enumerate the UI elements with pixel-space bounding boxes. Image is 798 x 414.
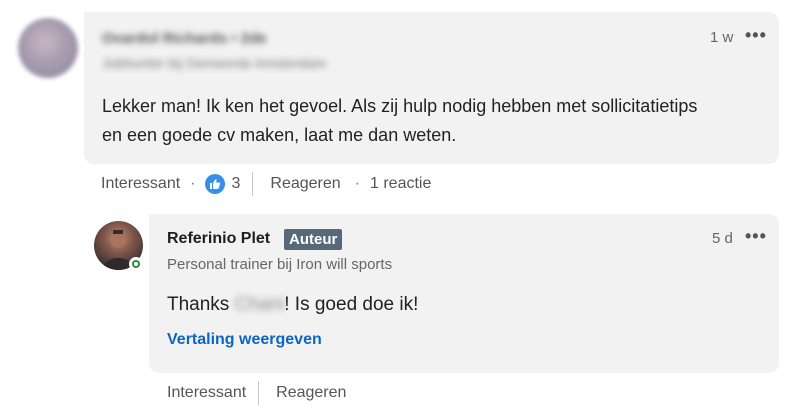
like-button[interactable]: Interessant bbox=[167, 384, 246, 402]
like-reaction-icon[interactable] bbox=[205, 174, 226, 194]
like-button[interactable]: Interessant bbox=[101, 175, 180, 193]
comment-timestamp: 1 w bbox=[710, 29, 734, 46]
commenter-headline: Jobhunter bij Gemeente Amsterdam bbox=[102, 55, 327, 71]
replies-count-link[interactable]: 1 reactie bbox=[370, 175, 431, 193]
reply-actions: Interessant Reageren bbox=[167, 381, 346, 405]
reply-text: Thanks Chani! Is goed doe ik! bbox=[167, 294, 418, 316]
reaction-count[interactable]: 3 bbox=[231, 175, 240, 193]
online-status-icon bbox=[129, 257, 143, 271]
divider bbox=[258, 381, 260, 405]
reply-text-before: Thanks bbox=[167, 294, 235, 315]
mention-name[interactable]: Chani bbox=[235, 294, 285, 315]
separator-dot: · bbox=[190, 175, 196, 192]
reply-timestamp: 5 d bbox=[712, 230, 733, 247]
comment-actions: Interessant · 3 Reageren · 1 reactie bbox=[101, 172, 431, 196]
reply-author-name[interactable]: Referinio Plet bbox=[167, 230, 270, 248]
commenter-name[interactable]: Ovardol Richards • 2de bbox=[102, 30, 266, 47]
reply-button[interactable]: Reageren bbox=[276, 384, 346, 402]
show-translation-link[interactable]: Vertaling weergeven bbox=[167, 331, 322, 349]
separator-dot: · bbox=[354, 175, 360, 192]
divider bbox=[252, 172, 254, 196]
more-options-icon[interactable]: ••• bbox=[745, 26, 767, 44]
reply-author-headline: Personal trainer bij Iron will sports bbox=[167, 256, 393, 273]
comment-text: Lekker man! Ik ken het gevoel. Als zij h… bbox=[102, 96, 698, 145]
commenter-avatar[interactable] bbox=[18, 18, 78, 78]
author-badge: Auteur bbox=[284, 229, 343, 250]
reply-button[interactable]: Reageren bbox=[270, 175, 340, 193]
reply-text-after: ! Is goed doe ik! bbox=[284, 294, 419, 315]
more-options-icon[interactable]: ••• bbox=[745, 227, 767, 245]
